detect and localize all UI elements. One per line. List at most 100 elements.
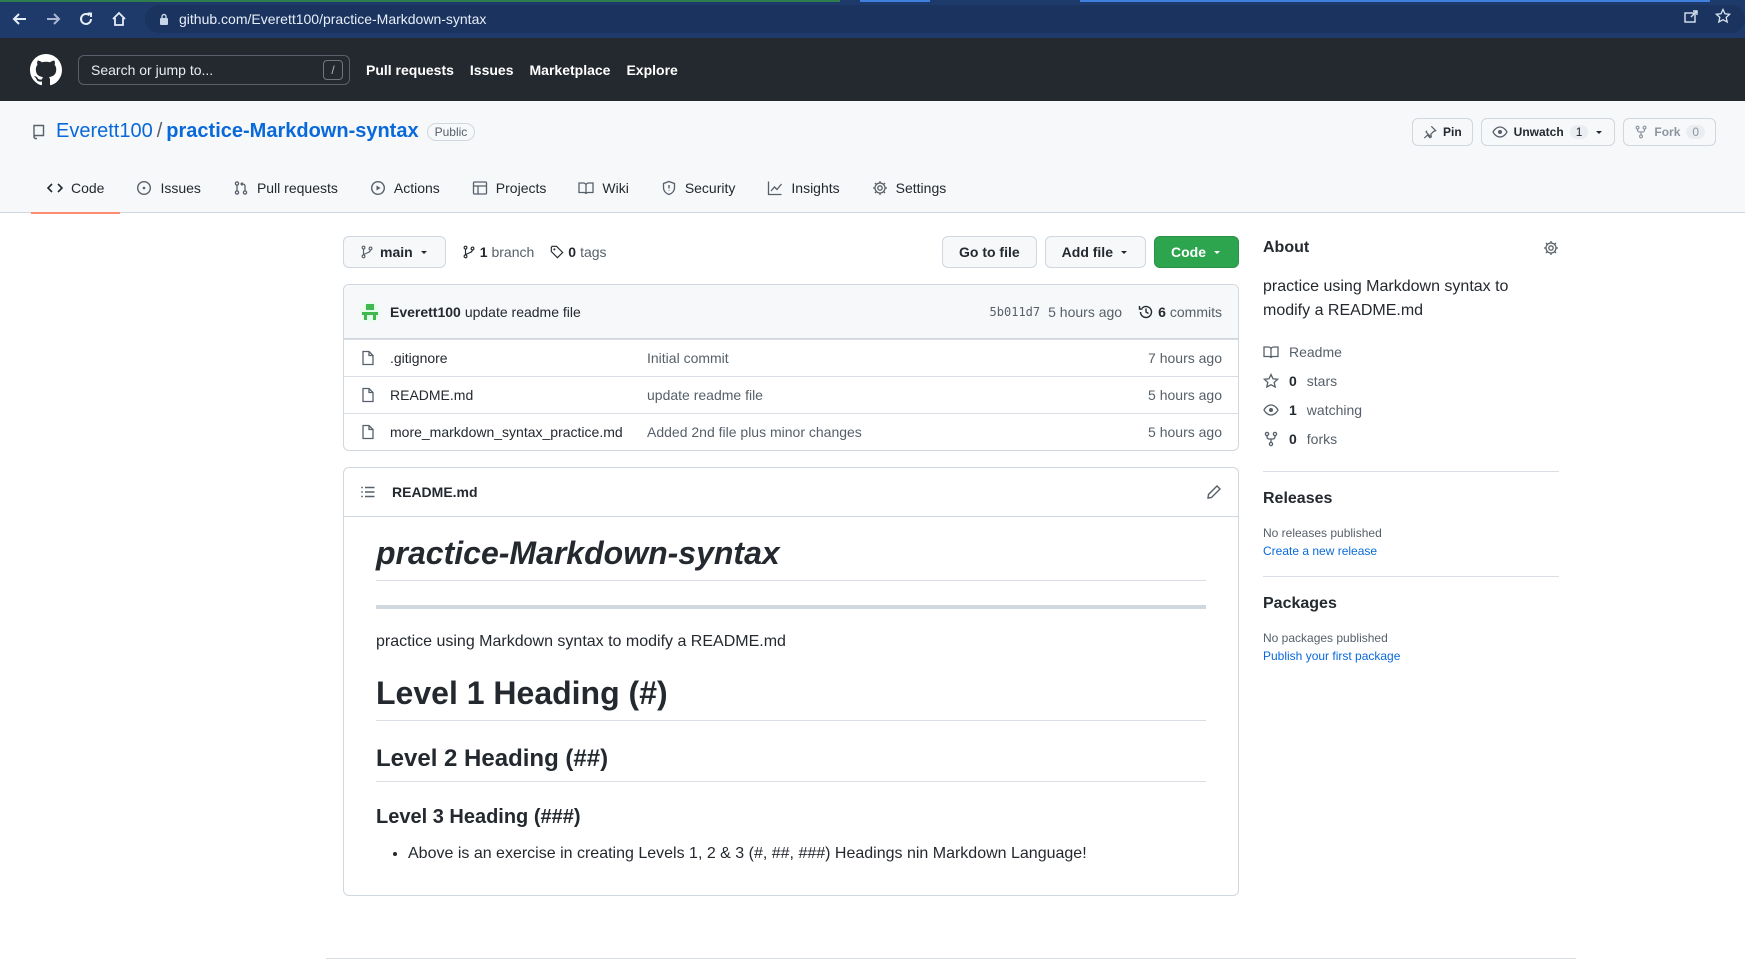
commits-link[interactable]: 6 commits [1138,304,1222,320]
stars-count: 0 [1289,372,1297,389]
file-age: 7 hours ago [1148,350,1222,366]
horizontal-rule [376,605,1206,609]
repo-sidebar: About practice using Markdown syntax to … [1263,239,1559,663]
tab-label: Pull requests [256,180,338,196]
tab-issues[interactable]: Issues [120,163,216,213]
pencil-icon[interactable] [1206,484,1222,500]
stars-link[interactable]: 0 stars [1263,366,1559,395]
star-icon [1263,372,1279,389]
packages-heading[interactable]: Packages [1263,595,1559,613]
star-icon[interactable] [1715,8,1731,24]
watching-link[interactable]: 1 watching [1263,395,1559,424]
watching-label: watching [1306,401,1363,418]
home-icon [111,11,127,27]
global-nav: Pull requests Issues Marketplace Explore [366,62,678,78]
tags-count: 0 [568,244,577,260]
commit-message[interactable]: update readme file [465,304,581,320]
tags-link[interactable]: 0 tags [550,244,607,260]
file-name[interactable]: more_markdown_syntax_practice.md [390,424,647,440]
tab-pull-requests[interactable]: Pull requests [217,163,354,213]
publish-package-link[interactable]: Publish your first package [1263,649,1559,663]
eye-icon [1491,125,1508,139]
pin-button[interactable]: Pin [1412,118,1473,146]
add-file-button[interactable]: Add file [1044,236,1146,268]
fork-count: 0 [1686,125,1706,139]
code-button[interactable]: Code [1154,236,1239,268]
repo-main: main 1 branch 0 tags Go to file Add file… [343,236,1239,896]
branches-label: branch [491,244,535,260]
readme-header: README.md [344,468,1238,517]
graph-icon [767,180,783,196]
table-row: README.md update readme file 5 hours ago [344,376,1238,413]
nav-marketplace[interactable]: Marketplace [530,62,611,78]
file-commit-message[interactable]: Added 2nd file plus minor changes [647,424,1148,440]
file-name[interactable]: README.md [390,387,647,403]
forward-button[interactable] [37,3,69,35]
tab-label: Code [71,180,105,196]
tab-settings[interactable]: Settings [856,163,963,213]
tab-projects[interactable]: Projects [456,163,563,213]
repo-name-link[interactable]: practice-Markdown-syntax [166,120,418,143]
file-icon [360,350,376,366]
tab-actions[interactable]: Actions [354,163,456,213]
back-button[interactable] [4,3,36,35]
readme-body: practice-Markdown-syntax practice using … [344,517,1238,895]
packages-empty-text: No packages published [1263,631,1388,645]
share-icon[interactable] [1683,8,1699,24]
tab-wiki[interactable]: Wiki [562,163,644,213]
commit-sha[interactable]: 5b011d7 [990,305,1041,319]
nav-issues[interactable]: Issues [470,62,514,78]
github-logo-icon[interactable] [30,53,62,86]
readme-link[interactable]: Readme [1263,337,1559,366]
about-description: practice using Markdown syntax to modify… [1263,278,1509,319]
table-icon [472,180,488,196]
tab-code[interactable]: Code [31,163,121,214]
chevron-down-icon [419,247,429,257]
readme-filename[interactable]: README.md [392,484,478,500]
visibility-badge: Public [426,122,476,141]
reload-button[interactable] [70,3,102,35]
commit-time: 5 hours ago [1048,303,1123,320]
fork-button[interactable]: Fork 0 [1623,118,1717,146]
bullet-list: Above is an exercise in creating Levels … [376,845,1206,863]
tab-security[interactable]: Security [645,163,752,213]
avatar[interactable] [360,301,380,322]
repo-tabs: Code Issues Pull requests Actions Projec… [31,163,963,214]
nav-explore[interactable]: Explore [626,62,677,78]
file-navigation: main 1 branch 0 tags Go to file Add file… [343,236,1239,268]
branches-count: 1 [479,244,488,260]
releases-empty-text: No releases published [1263,526,1382,540]
search-input[interactable]: Search or jump to... / [78,54,350,85]
url-text: github.com/Everett100/practice-Markdown-… [179,11,487,27]
loading-progress-bar [0,0,1745,2]
readme-intro: practice using Markdown syntax to modify… [376,633,786,650]
go-to-file-button[interactable]: Go to file [941,236,1037,268]
eye-icon [1263,403,1279,417]
divider [1263,576,1559,577]
nav-pull-requests[interactable]: Pull requests [366,62,454,78]
gear-icon[interactable] [1543,240,1559,256]
address-bar[interactable]: github.com/Everett100/practice-Markdown-… [145,5,1745,33]
table-row: .gitignore Initial commit 7 hours ago [344,339,1238,376]
forks-link[interactable]: 0 forks [1263,424,1559,453]
watch-count: 1 [1569,125,1589,139]
list-icon[interactable] [360,484,376,500]
pull-request-icon [233,180,249,196]
create-release-link[interactable]: Create a new release [1263,544,1559,558]
file-commit-message[interactable]: update readme file [647,387,1148,403]
unwatch-button[interactable]: Unwatch 1 [1480,118,1616,146]
pin-icon [1423,125,1437,139]
file-commit-message[interactable]: Initial commit [647,350,1148,366]
add-file-label: Add file [1061,244,1113,260]
releases-heading[interactable]: Releases [1263,490,1559,508]
branches-link[interactable]: 1 branch [462,244,535,260]
breadcrumb-separator: / [156,120,163,142]
lock-icon [159,13,169,25]
tab-insights[interactable]: Insights [751,163,855,213]
code-icon [47,180,63,196]
repo-owner-link[interactable]: Everett100 [56,120,153,143]
file-name[interactable]: .gitignore [390,350,647,366]
home-button[interactable] [103,3,135,35]
branch-select[interactable]: main [343,236,446,268]
commit-author[interactable]: Everett100 [390,304,461,320]
